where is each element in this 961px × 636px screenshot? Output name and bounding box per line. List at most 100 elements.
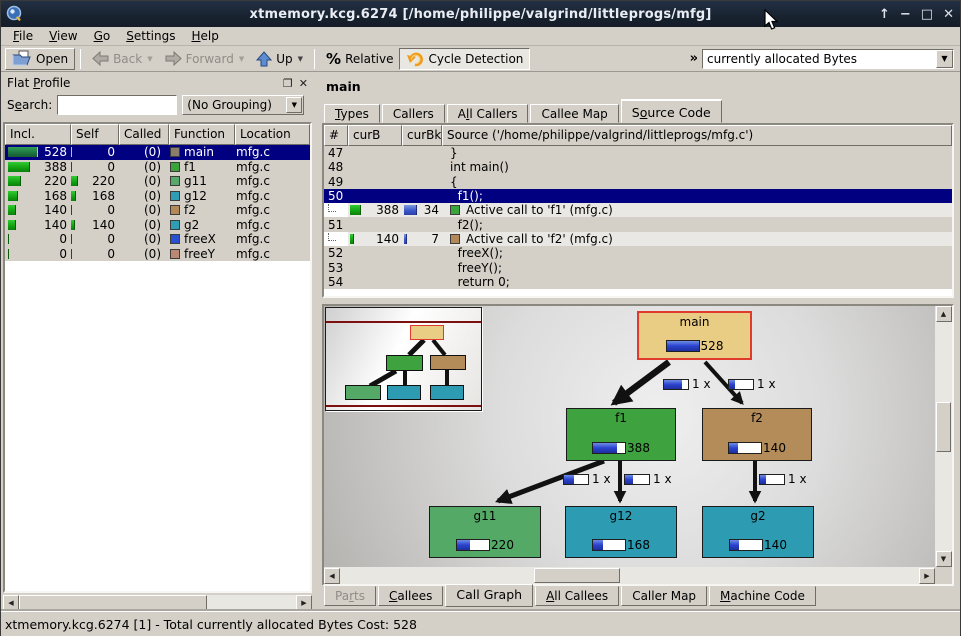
forward-icon	[165, 51, 182, 66]
chevron-down-icon[interactable]: ▼	[936, 50, 953, 68]
minimap-node-f1	[386, 355, 423, 371]
source-call-line[interactable]: 140 7 Active call to 'f2' (mfg.c)	[324, 232, 952, 246]
table-row-freeY[interactable]: 0 0 (0) freeY mfg.c	[5, 247, 310, 262]
column-header-source[interactable]: Source ('/home/philippe/valgrind/littlep…	[442, 125, 952, 146]
tab-call-graph[interactable]: Call Graph	[445, 584, 533, 607]
scroll-left-icon[interactable]: ◀	[324, 568, 340, 584]
source-line[interactable]: 51 f2();	[324, 217, 952, 231]
scrollbar-thumb[interactable]	[534, 568, 620, 583]
table-row-g12[interactable]: 168 168 (0) g12 mfg.c	[5, 189, 310, 204]
minimap-node-main	[410, 325, 444, 340]
graph-overview-minimap[interactable]	[325, 307, 482, 411]
up-button[interactable]: Up ▼	[250, 48, 309, 70]
tab-callee-map[interactable]: Callee Map	[530, 104, 618, 123]
scroll-right-icon[interactable]: ▶	[296, 595, 312, 611]
graph-node-main[interactable]: main 528	[637, 311, 752, 360]
tab-machine-code[interactable]: Machine Code	[709, 586, 816, 606]
column-header-self[interactable]: Self	[71, 124, 119, 145]
source-line[interactable]: 49{	[324, 175, 952, 189]
call-tree-icon	[328, 204, 336, 212]
call-graph-canvas[interactable]: main 528 f1 388 f2 140 g11 220 g12 168	[324, 306, 935, 567]
scrollbar-thumb[interactable]	[19, 595, 207, 611]
table-row-f2[interactable]: 140 0 (0) f2 mfg.c	[5, 203, 310, 218]
source-line[interactable]: 54 return 0;	[324, 275, 952, 289]
column-header-curB[interactable]: curB	[348, 125, 402, 146]
scrollbar-corner	[935, 567, 952, 584]
table-row-g11[interactable]: 220 220 (0) g11 mfg.c	[5, 174, 310, 189]
source-line-selected[interactable]: 50 f1();	[324, 189, 952, 203]
scroll-down-icon[interactable]: ▼	[936, 551, 952, 567]
scroll-up-icon[interactable]: ▲	[936, 306, 952, 322]
tab-source-code[interactable]: Source Code	[621, 100, 722, 123]
forward-button[interactable]: Forward ▼	[159, 48, 251, 70]
tab-all-callers[interactable]: All Callers	[447, 104, 529, 123]
column-header-location[interactable]: Location	[235, 124, 310, 145]
source-line[interactable]: 48int main()	[324, 160, 952, 174]
vertical-splitter[interactable]	[312, 74, 321, 609]
graph-node-g12[interactable]: g12 168	[565, 506, 677, 558]
graph-hscrollbar[interactable]: ◀ ▶	[324, 567, 935, 584]
flat-profile-hscrollbar[interactable]: ◀ ▶	[3, 595, 312, 611]
event-type-select[interactable]: currently allocated Bytes ▼	[702, 49, 954, 69]
graph-node-g11[interactable]: g11 220	[429, 506, 541, 558]
close-panel-icon[interactable]: ✕	[299, 78, 308, 89]
function-icon	[170, 249, 180, 259]
menu-file[interactable]: File	[5, 27, 41, 45]
table-row-main[interactable]: 528 0 (0) main mfg.c	[5, 145, 310, 160]
source-line[interactable]: 53 freeY();	[324, 260, 952, 274]
scroll-right-icon[interactable]: ▶	[919, 568, 935, 584]
dock-titlebar[interactable]: Flat Profile ❐ ✕	[3, 74, 312, 92]
scrollbar-thumb[interactable]	[936, 402, 951, 452]
back-dropdown-icon[interactable]: ▼	[147, 55, 152, 63]
graph-vscrollbar[interactable]: ▲ ▼	[935, 306, 952, 567]
tab-parts: Parts	[324, 586, 376, 606]
column-header-function[interactable]: Function	[169, 124, 235, 145]
edge-label-f1-g12: 1 x	[624, 472, 672, 486]
status-bar: xtmemory.kcg.6274 [1] - Total currently …	[1, 611, 960, 636]
scroll-left-icon[interactable]: ◀	[3, 595, 19, 611]
forward-dropdown-icon[interactable]: ▼	[239, 55, 244, 63]
cost-bar	[666, 340, 700, 352]
titlebar[interactable]: xtmemory.kcg.6274 [/home/philippe/valgri…	[1, 1, 960, 27]
tab-caller-map[interactable]: Caller Map	[621, 586, 707, 606]
cycle-detection-toggle-button[interactable]: Cycle Detection	[399, 48, 530, 70]
tab-callers[interactable]: Callers	[382, 104, 445, 123]
back-button[interactable]: Back ▼	[86, 48, 159, 70]
chevron-down-icon[interactable]: ▼	[286, 97, 302, 113]
minimize-button[interactable]: −	[900, 8, 911, 21]
graph-node-f1[interactable]: f1 388	[566, 408, 676, 461]
column-header-called[interactable]: Called	[119, 124, 169, 145]
tab-callees[interactable]: Callees	[378, 586, 443, 606]
menu-view[interactable]: View	[41, 27, 85, 45]
menu-settings[interactable]: Settings	[118, 27, 183, 45]
function-icon	[450, 234, 460, 244]
relative-toggle-button[interactable]: % Relative	[320, 48, 399, 70]
close-button[interactable]: ✕	[943, 8, 954, 21]
menu-help[interactable]: Help	[183, 27, 226, 45]
tab-types[interactable]: Types	[324, 104, 380, 123]
function-icon	[170, 162, 180, 172]
table-row-f1[interactable]: 388 0 (0) f1 mfg.c	[5, 160, 310, 175]
table-row-g2[interactable]: 140 140 (0) g2 mfg.c	[5, 218, 310, 233]
graph-node-f2[interactable]: f2 140	[702, 408, 812, 461]
source-rows: 47} 48int main() 49{ 50 f1(); 388 34 Act…	[324, 146, 952, 289]
graph-node-g2[interactable]: g2 140	[702, 506, 814, 558]
up-dropdown-icon[interactable]: ▼	[298, 55, 303, 63]
dock-title-label: Flat Profile	[7, 76, 70, 90]
source-line[interactable]: 47}	[324, 146, 952, 160]
table-row-freeX[interactable]: 0 0 (0) freeX mfg.c	[5, 232, 310, 247]
grouping-select[interactable]: (No Grouping) ▼	[182, 95, 304, 115]
column-header-linenum[interactable]: #	[324, 125, 348, 146]
source-call-line[interactable]: 388 34 Active call to 'f1' (mfg.c)	[324, 203, 952, 217]
float-panel-icon[interactable]: ❐	[283, 78, 293, 89]
toolbar-overflow-icon[interactable]: »	[686, 51, 702, 66]
maximize-button[interactable]: □	[921, 8, 933, 21]
column-header-curBk[interactable]: curBk	[402, 125, 442, 146]
shade-button[interactable]: ↑	[879, 8, 890, 21]
open-button[interactable]: Open	[5, 48, 75, 70]
source-line[interactable]: 52 freeX();	[324, 246, 952, 260]
column-header-incl[interactable]: Incl.	[5, 124, 71, 145]
search-input[interactable]	[57, 95, 177, 115]
menu-go[interactable]: Go	[86, 27, 119, 45]
tab-all-callees[interactable]: All Callees	[535, 586, 619, 606]
